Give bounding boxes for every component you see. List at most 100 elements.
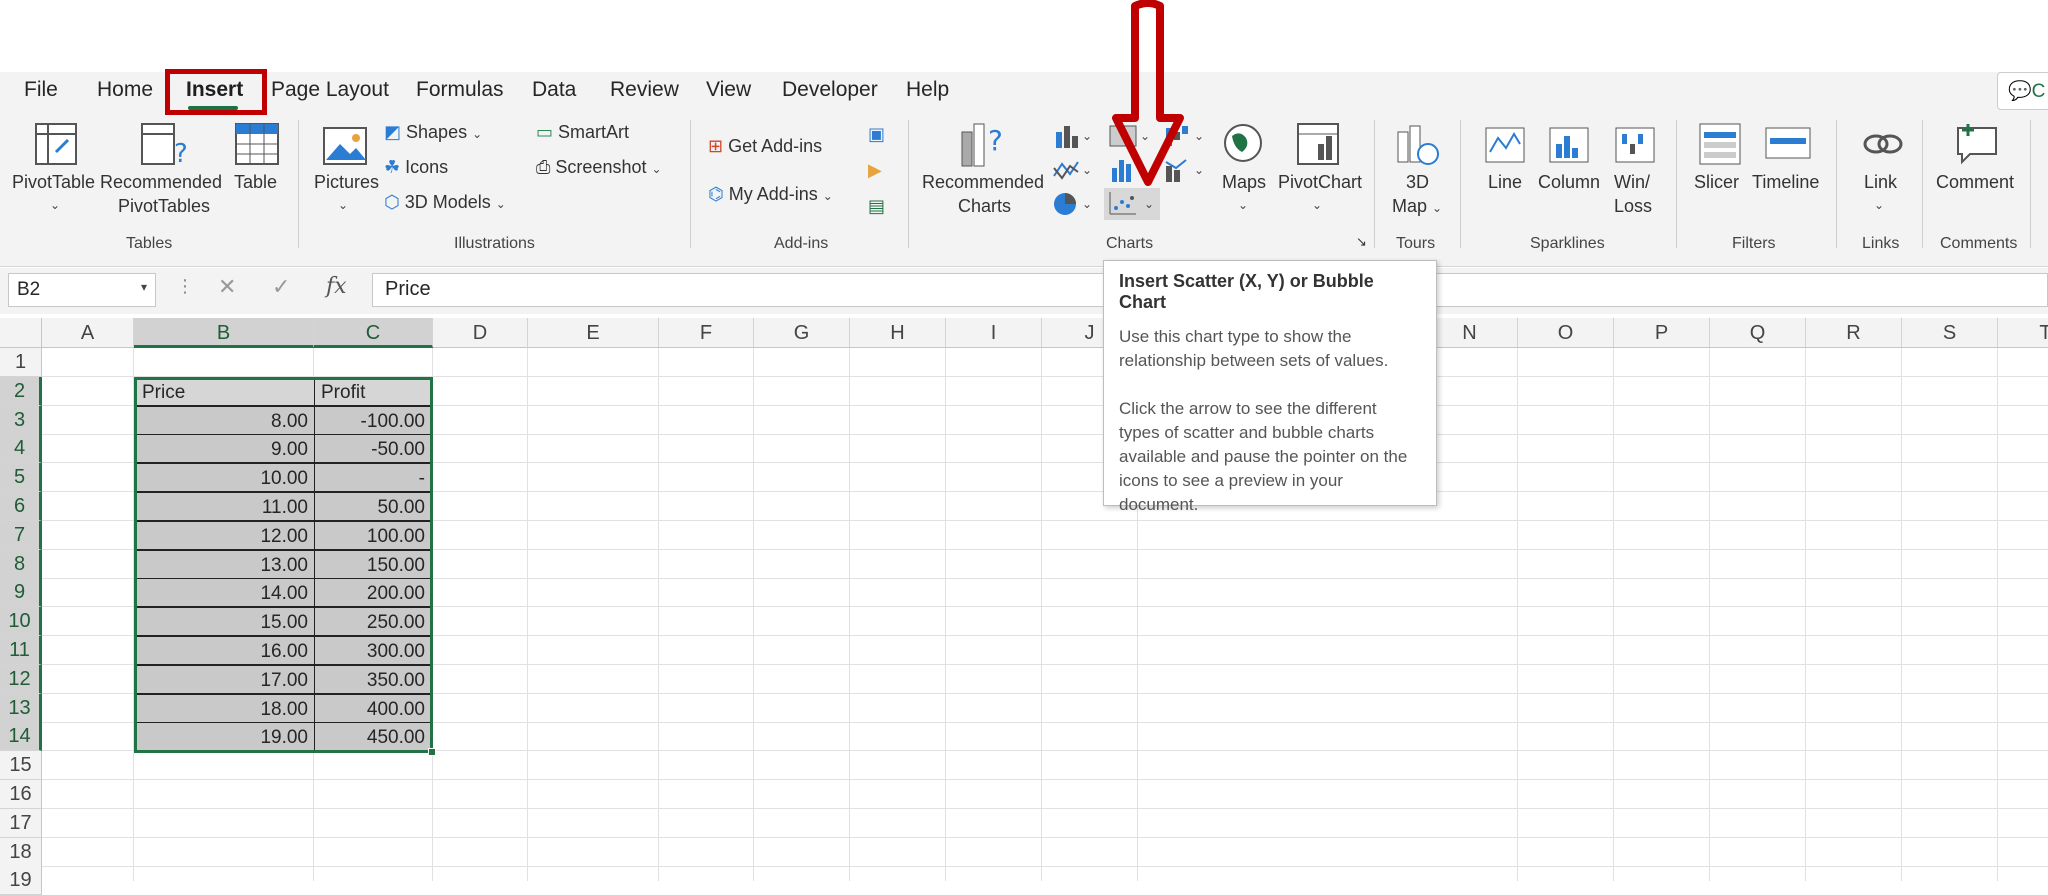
chevron-down-icon[interactable]: ⌄ xyxy=(1238,198,1248,212)
row-header[interactable]: 3 xyxy=(0,405,42,435)
row-header[interactable]: 4 xyxy=(0,434,42,464)
chevron-down-icon[interactable]: ⌄ xyxy=(50,198,60,212)
tab-file[interactable]: File xyxy=(24,78,58,102)
row-header[interactable]: 5 xyxy=(0,463,42,493)
row-header[interactable]: 14 xyxy=(0,722,42,752)
line-chart-icon[interactable]: ⌄ xyxy=(1052,156,1092,184)
row-header[interactable]: 15 xyxy=(0,751,42,781)
slicer-button[interactable]: Slicer xyxy=(1694,172,1739,193)
tab-page-layout[interactable]: Page Layout xyxy=(271,78,389,102)
row-header[interactable]: 2 xyxy=(0,376,42,406)
cell-price[interactable]: 12.00 xyxy=(135,520,315,550)
maps-button[interactable]: Maps xyxy=(1222,172,1266,193)
cell-profit[interactable]: 50.00 xyxy=(314,492,432,521)
scatter-chart-icon[interactable]: ⌄ xyxy=(1104,188,1160,220)
my-addins-button[interactable]: ⌬ My Add-ins ⌄ xyxy=(708,184,833,205)
chevron-down-icon[interactable]: ⌄ xyxy=(1874,198,1884,212)
row-header[interactable]: 1 xyxy=(0,348,42,377)
column-header[interactable]: S xyxy=(1902,318,1998,348)
tab-developer[interactable]: Developer xyxy=(782,78,878,102)
pivotchart-button[interactable]: PivotChart xyxy=(1278,172,1362,193)
tab-review[interactable]: Review xyxy=(610,78,679,102)
cell-price[interactable]: 19.00 xyxy=(135,722,315,752)
cell-profit[interactable]: -100.00 xyxy=(314,405,432,435)
tab-data[interactable]: Data xyxy=(532,78,576,102)
cell-profit[interactable]: 250.00 xyxy=(314,607,432,637)
header-cell-price[interactable]: Price xyxy=(135,376,315,406)
cell-price[interactable]: 11.00 xyxy=(135,492,315,521)
recommended-pivottables-button[interactable]: Recommended xyxy=(100,172,222,193)
row-header[interactable]: 8 xyxy=(0,549,42,579)
row-header[interactable]: 17 xyxy=(0,808,42,838)
cell-profit[interactable]: 300.00 xyxy=(314,636,432,665)
link-button[interactable]: Link xyxy=(1864,172,1897,193)
cancel-icon[interactable]: ✕ xyxy=(218,274,236,300)
chevron-down-icon[interactable]: ⌄ xyxy=(1312,198,1322,212)
cell-price[interactable]: 17.00 xyxy=(135,664,315,694)
row-header[interactable]: 16 xyxy=(0,780,42,809)
cell-profit[interactable]: 400.00 xyxy=(314,693,432,723)
comment-button[interactable]: Comment xyxy=(1936,172,2014,193)
column-header[interactable]: A xyxy=(42,318,134,348)
name-box[interactable]: B2 ▾ xyxy=(8,273,156,307)
column-header[interactable]: O xyxy=(1518,318,1614,348)
3d-map-button[interactable]: 3D xyxy=(1406,172,1429,193)
get-addins-button[interactable]: ⊞ Get Add-ins xyxy=(708,136,822,157)
cell-profit[interactable]: 200.00 xyxy=(314,578,432,608)
people-graph-icon[interactable]: ▤ xyxy=(868,196,885,217)
recommended-charts-button[interactable]: Recommended xyxy=(922,172,1044,193)
bing-icon[interactable]: ▶ xyxy=(868,160,882,181)
row-header[interactable]: 7 xyxy=(0,520,42,550)
cell-price[interactable]: 15.00 xyxy=(135,607,315,637)
column-header[interactable]: Q xyxy=(1710,318,1806,348)
comments-button[interactable]: 💬C xyxy=(1997,72,2048,110)
tab-help[interactable]: Help xyxy=(906,78,949,102)
column-header[interactable]: T xyxy=(1998,318,2048,348)
cell-price[interactable]: 13.00 xyxy=(135,549,315,579)
smartart-button[interactable]: ▭ SmartArt xyxy=(536,122,629,143)
cell-price[interactable]: 10.00 xyxy=(135,463,315,493)
enter-check-icon[interactable]: ✓ xyxy=(272,274,290,300)
column-header[interactable]: C xyxy=(314,318,433,348)
screenshot-button[interactable]: ⎙ Screenshot ⌄ xyxy=(536,157,662,178)
pie-chart-icon[interactable]: ⌄ xyxy=(1052,190,1092,218)
column-header[interactable]: D xyxy=(433,318,528,348)
row-header[interactable]: 18 xyxy=(0,837,42,867)
pictures-button[interactable]: Pictures xyxy=(314,172,379,193)
column-header[interactable]: I xyxy=(946,318,1042,348)
visio-icon[interactable]: ▣ xyxy=(868,124,885,145)
cell-price[interactable]: 14.00 xyxy=(135,578,315,608)
tab-home[interactable]: Home xyxy=(97,78,153,102)
row-header[interactable]: 12 xyxy=(0,664,42,694)
row-header[interactable]: 11 xyxy=(0,636,42,665)
3d-models-button[interactable]: ⬡ 3D Models ⌄ xyxy=(384,192,506,213)
chevron-down-icon[interactable]: ▾ xyxy=(141,280,147,294)
tab-view[interactable]: View xyxy=(706,78,751,102)
cell-price[interactable]: 8.00 xyxy=(135,405,315,435)
column-header[interactable]: B xyxy=(134,318,314,348)
fill-handle[interactable] xyxy=(428,748,436,756)
tab-formulas[interactable]: Formulas xyxy=(416,78,504,102)
select-all-corner[interactable] xyxy=(0,318,42,348)
row-header[interactable]: 10 xyxy=(0,607,42,637)
cell-price[interactable]: 16.00 xyxy=(135,636,315,665)
cell-profit[interactable]: 150.00 xyxy=(314,549,432,579)
insert-function-button[interactable]: fx xyxy=(326,274,347,299)
winloss-sparkline-button[interactable]: Win/ xyxy=(1614,172,1650,193)
chevron-down-icon[interactable]: ⌄ xyxy=(338,198,348,212)
header-cell-profit[interactable]: Profit xyxy=(314,376,432,406)
column-header[interactable]: F xyxy=(659,318,754,348)
row-header[interactable]: 9 xyxy=(0,578,42,608)
table-button[interactable]: Table xyxy=(234,172,277,193)
cell-profit[interactable]: - xyxy=(314,463,432,493)
column-header[interactable]: G xyxy=(754,318,850,348)
cell-profit[interactable]: 100.00 xyxy=(314,520,432,550)
column-header[interactable]: R xyxy=(1806,318,1902,348)
line-sparkline-button[interactable]: Line xyxy=(1488,172,1522,193)
column-header[interactable]: H xyxy=(850,318,946,348)
timeline-button[interactable]: Timeline xyxy=(1752,172,1819,193)
column-header[interactable]: P xyxy=(1614,318,1710,348)
column-chart-icon[interactable]: ⌄ xyxy=(1052,122,1092,150)
shapes-button[interactable]: ◩ Shapes ⌄ xyxy=(384,122,482,143)
row-header[interactable]: 6 xyxy=(0,492,42,521)
